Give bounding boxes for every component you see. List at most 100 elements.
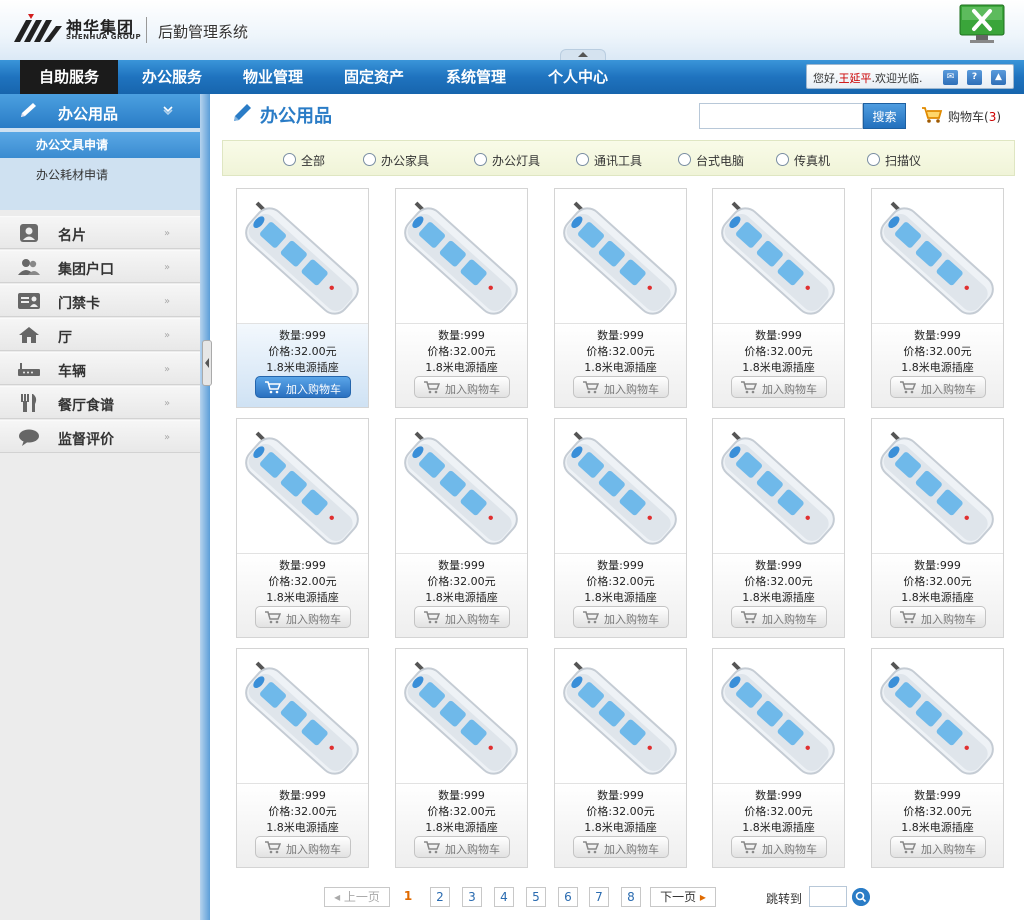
add-to-cart-button[interactable]: 加入购物车	[255, 836, 351, 858]
product-card[interactable]: 数量:999 价格:32.00元 1.8米电源插座 加入购物车	[554, 418, 687, 638]
sidebar-item-business-card[interactable]: 名片 »	[0, 216, 200, 249]
page-5[interactable]: 5	[526, 887, 546, 907]
cart-icon[interactable]	[921, 106, 943, 124]
sidebar-item-label: 餐厅食谱	[58, 398, 114, 414]
sidebar-item-feedback[interactable]: 监督评价 »	[0, 420, 200, 453]
power-strip-image[interactable]	[396, 419, 527, 554]
add-to-cart-button[interactable]: 加入购物车	[731, 606, 827, 628]
nav-item-property[interactable]: 物业管理	[229, 60, 317, 94]
add-to-cart-button[interactable]: 加入购物车	[890, 376, 986, 398]
page-3[interactable]: 3	[462, 887, 482, 907]
power-strip-image[interactable]	[713, 649, 844, 784]
add-to-cart-button[interactable]: 加入购物车	[731, 376, 827, 398]
power-strip-image[interactable]	[237, 419, 368, 554]
power-strip-image[interactable]	[713, 189, 844, 324]
add-to-cart-button[interactable]: 加入购物车	[890, 606, 986, 628]
product-card[interactable]: 数量:999 价格:32.00元 1.8米电源插座 加入购物车	[554, 648, 687, 868]
sidebar-item-hall[interactable]: 厅 »	[0, 318, 200, 351]
power-strip-image[interactable]	[396, 649, 527, 784]
product-card[interactable]: 数量:999 价格:32.00元 1.8米电源插座 加入购物车	[236, 648, 369, 868]
add-to-cart-button[interactable]: 加入购物车	[573, 376, 669, 398]
product-card[interactable]: 数量:999 价格:32.00元 1.8米电源插座 加入购物车	[871, 648, 1004, 868]
product-name: 1.8米电源插座	[425, 591, 498, 604]
page-6[interactable]: 6	[558, 887, 578, 907]
product-card[interactable]: 数量:999 价格:32.00元 1.8米电源插座 加入购物车	[712, 648, 845, 868]
nav-item-fixed-assets[interactable]: 固定资产	[330, 60, 418, 94]
cart-link[interactable]: 购物车(3)	[948, 108, 1001, 125]
power-strip-image[interactable]	[555, 419, 686, 554]
filter-radio-lighting[interactable]	[474, 153, 487, 166]
product-card[interactable]: 数量:999 价格:32.00元 1.8米电源插座 加入购物车	[871, 188, 1004, 408]
nav-item-office-service[interactable]: 办公服务	[128, 60, 216, 94]
filter-radio-desktop[interactable]	[678, 153, 691, 166]
mail-icon[interactable]: ✉	[943, 70, 958, 85]
product-card[interactable]: 数量:999 价格:32.00元 1.8米电源插座 加入购物车	[712, 418, 845, 638]
power-strip-image[interactable]	[872, 189, 1003, 324]
exit-icon[interactable]	[958, 3, 1006, 45]
page-8[interactable]: 8	[621, 887, 641, 907]
nav-item-self-service[interactable]: 自助服务	[20, 60, 118, 94]
product-info: 数量:999 价格:32.00元 1.8米电源插座 加入购物车	[872, 554, 1003, 637]
power-strip-image[interactable]	[237, 649, 368, 784]
product-card[interactable]: 数量:999 价格:32.00元 1.8米电源插座 加入购物车	[236, 418, 369, 638]
product-name: 1.8米电源插座	[584, 821, 657, 834]
help-icon[interactable]: ?	[967, 70, 982, 85]
sidebar-item-access-card[interactable]: 门禁卡 »	[0, 284, 200, 317]
add-to-cart-button[interactable]: 加入购物车	[573, 606, 669, 628]
page-1[interactable]: 1	[398, 887, 418, 907]
add-to-cart-button[interactable]: 加入购物车	[890, 836, 986, 858]
filter-radio-scanner[interactable]	[867, 153, 880, 166]
product-card[interactable]: 数量:999 价格:32.00元 1.8米电源插座 加入购物车	[712, 188, 845, 408]
add-to-cart-button[interactable]: 加入购物车	[414, 836, 510, 858]
filter-radio-communication[interactable]	[576, 153, 589, 166]
product-card[interactable]: 数量:999 价格:32.00元 1.8米电源插座 加入购物车	[395, 648, 528, 868]
filter-radio-furniture[interactable]	[363, 153, 376, 166]
sidebar-item-group-account[interactable]: 集团户口 »	[0, 250, 200, 283]
power-strip-image[interactable]	[396, 189, 527, 324]
power-strip-image[interactable]	[237, 189, 368, 324]
product-card[interactable]: 数量:999 价格:32.00元 1.8米电源插座 加入购物车	[395, 418, 528, 638]
sidebar-subitem-consumables[interactable]: 办公耗材申请	[0, 162, 200, 188]
product-card[interactable]: 数量:999 价格:32.00元 1.8米电源插座 加入购物车	[395, 188, 528, 408]
sidebar-section-office-supplies[interactable]: 办公用品	[0, 94, 200, 128]
product-card[interactable]: 数量:999 价格:32.00元 1.8米电源插座 加入购物车	[554, 188, 687, 408]
add-to-cart-label: 加入购物车	[921, 613, 976, 626]
sidebar-item-vehicle[interactable]: 车辆 »	[0, 352, 200, 385]
power-strip-image[interactable]	[555, 649, 686, 784]
nav-item-system[interactable]: 系统管理	[432, 60, 520, 94]
cart-icon	[900, 381, 916, 394]
add-to-cart-button[interactable]: 加入购物车	[573, 836, 669, 858]
nav-item-personal[interactable]: 个人中心	[534, 60, 622, 94]
page-2[interactable]: 2	[430, 887, 450, 907]
sidebar-item-menu[interactable]: 餐厅食谱 »	[0, 386, 200, 419]
add-to-cart-button[interactable]: 加入购物车	[255, 606, 351, 628]
add-to-cart-button[interactable]: 加入购物车	[255, 376, 351, 398]
search-icon[interactable]	[852, 888, 870, 906]
power-strip-image[interactable]	[713, 419, 844, 554]
power-strip-image[interactable]	[872, 419, 1003, 554]
prev-page-button[interactable]: ◂ 上一页	[324, 887, 390, 907]
add-to-cart-button[interactable]: 加入购物车	[414, 606, 510, 628]
filter-radio-all[interactable]	[283, 153, 296, 166]
username[interactable]: 王延平	[839, 72, 872, 85]
header-collapse-toggle[interactable]	[560, 49, 606, 60]
search-button[interactable]: 搜索	[863, 103, 906, 129]
add-to-cart-button[interactable]: 加入购物车	[414, 376, 510, 398]
product-card[interactable]: 数量:999 价格:32.00元 1.8米电源插座 加入购物车	[236, 188, 369, 408]
product-card[interactable]: 数量:999 价格:32.00元 1.8米电源插座 加入购物车	[871, 418, 1004, 638]
sidebar-collapse-handle[interactable]	[202, 340, 212, 386]
sidebar-subitem-stationery[interactable]: 办公文具申请	[0, 132, 200, 158]
power-strip-image[interactable]	[555, 189, 686, 324]
add-to-cart-button[interactable]: 加入购物车	[731, 836, 827, 858]
up-icon[interactable]: ▲	[991, 70, 1006, 85]
power-strip-image[interactable]	[872, 649, 1003, 784]
cart-icon	[265, 841, 281, 854]
product-quantity: 数量:999	[279, 329, 326, 342]
page-4[interactable]: 4	[494, 887, 514, 907]
jump-page-input[interactable]	[809, 886, 847, 907]
filter-radio-fax[interactable]	[776, 153, 789, 166]
page-7[interactable]: 7	[589, 887, 609, 907]
search-input[interactable]	[699, 103, 863, 129]
next-page-button[interactable]: 下一页 ▸	[650, 887, 716, 907]
sidebar-item-label: 门禁卡	[58, 296, 100, 312]
